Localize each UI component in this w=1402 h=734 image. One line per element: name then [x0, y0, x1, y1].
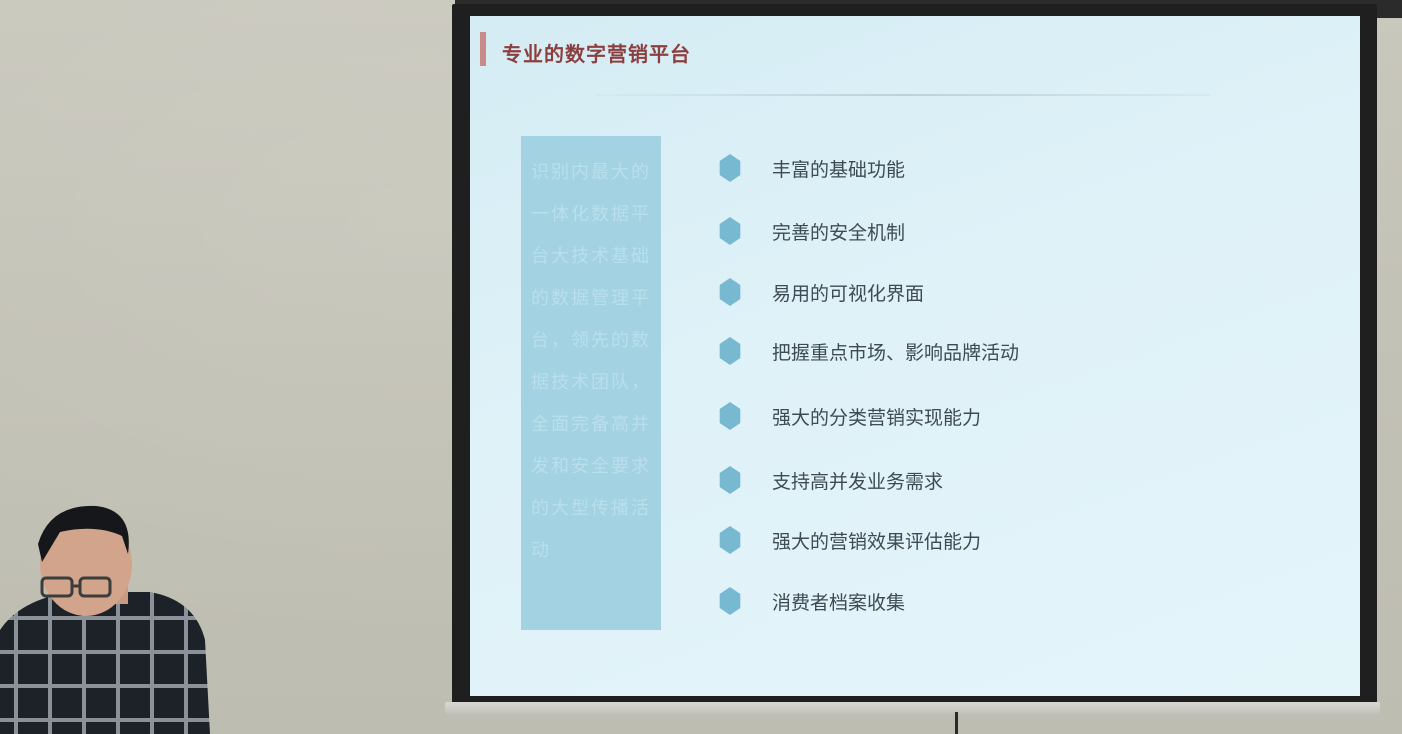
feature-label: 强大的营销效果评估能力 [772, 530, 982, 553]
feature-item: 完善的安全机制 [718, 211, 905, 251]
hexagon-bullet-icon [719, 587, 741, 615]
feature-item: 把握重点市场、影响品牌活动 [718, 331, 1019, 371]
feature-label: 强大的分类营销实现能力 [772, 406, 982, 429]
hexagon-bullet-icon [719, 217, 741, 245]
feature-label: 消费者档案收集 [772, 591, 906, 614]
feature-item: 强大的营销效果评估能力 [718, 520, 981, 560]
hexagon-bullet-icon [719, 154, 741, 182]
side-panel: 识别内最大的一体化数据平台大技术基础的数据管理平台，领先的数据技术团队，全面完备… [521, 136, 661, 630]
projected-slide: 专业的数字营销平台 识别内最大的一体化数据平台大技术基础的数据管理平台，领先的数… [470, 16, 1360, 696]
title-accent-bar [480, 32, 486, 66]
title-divider [596, 94, 1210, 96]
side-panel-text: 识别内最大的一体化数据平台大技术基础的数据管理平台，领先的数据技术团队，全面完备… [531, 162, 651, 561]
feature-item: 易用的可视化界面 [718, 272, 924, 312]
feature-label: 易用的可视化界面 [772, 282, 925, 305]
feature-item: 消费者档案收集 [718, 581, 905, 621]
slide-title: 专业的数字营销平台 [502, 42, 691, 66]
presenter [0, 505, 210, 734]
feature-label: 完善的安全机制 [772, 221, 906, 244]
feature-item: 强大的分类营销实现能力 [718, 396, 981, 436]
feature-label: 丰富的基础功能 [772, 158, 906, 181]
feature-label: 支持高并发业务需求 [772, 470, 944, 493]
hexagon-bullet-icon [719, 337, 741, 365]
feature-label: 把握重点市场、影响品牌活动 [772, 341, 1020, 364]
hexagon-bullet-icon [719, 402, 741, 430]
screen-bottom-bar [445, 702, 1380, 716]
hexagon-bullet-icon [719, 466, 741, 494]
hexagon-bullet-icon [719, 526, 741, 554]
feature-item: 丰富的基础功能 [718, 148, 905, 188]
hexagon-bullet-icon [719, 278, 741, 306]
feature-item: 支持高并发业务需求 [718, 460, 943, 500]
screen-pull-cord [955, 712, 958, 734]
